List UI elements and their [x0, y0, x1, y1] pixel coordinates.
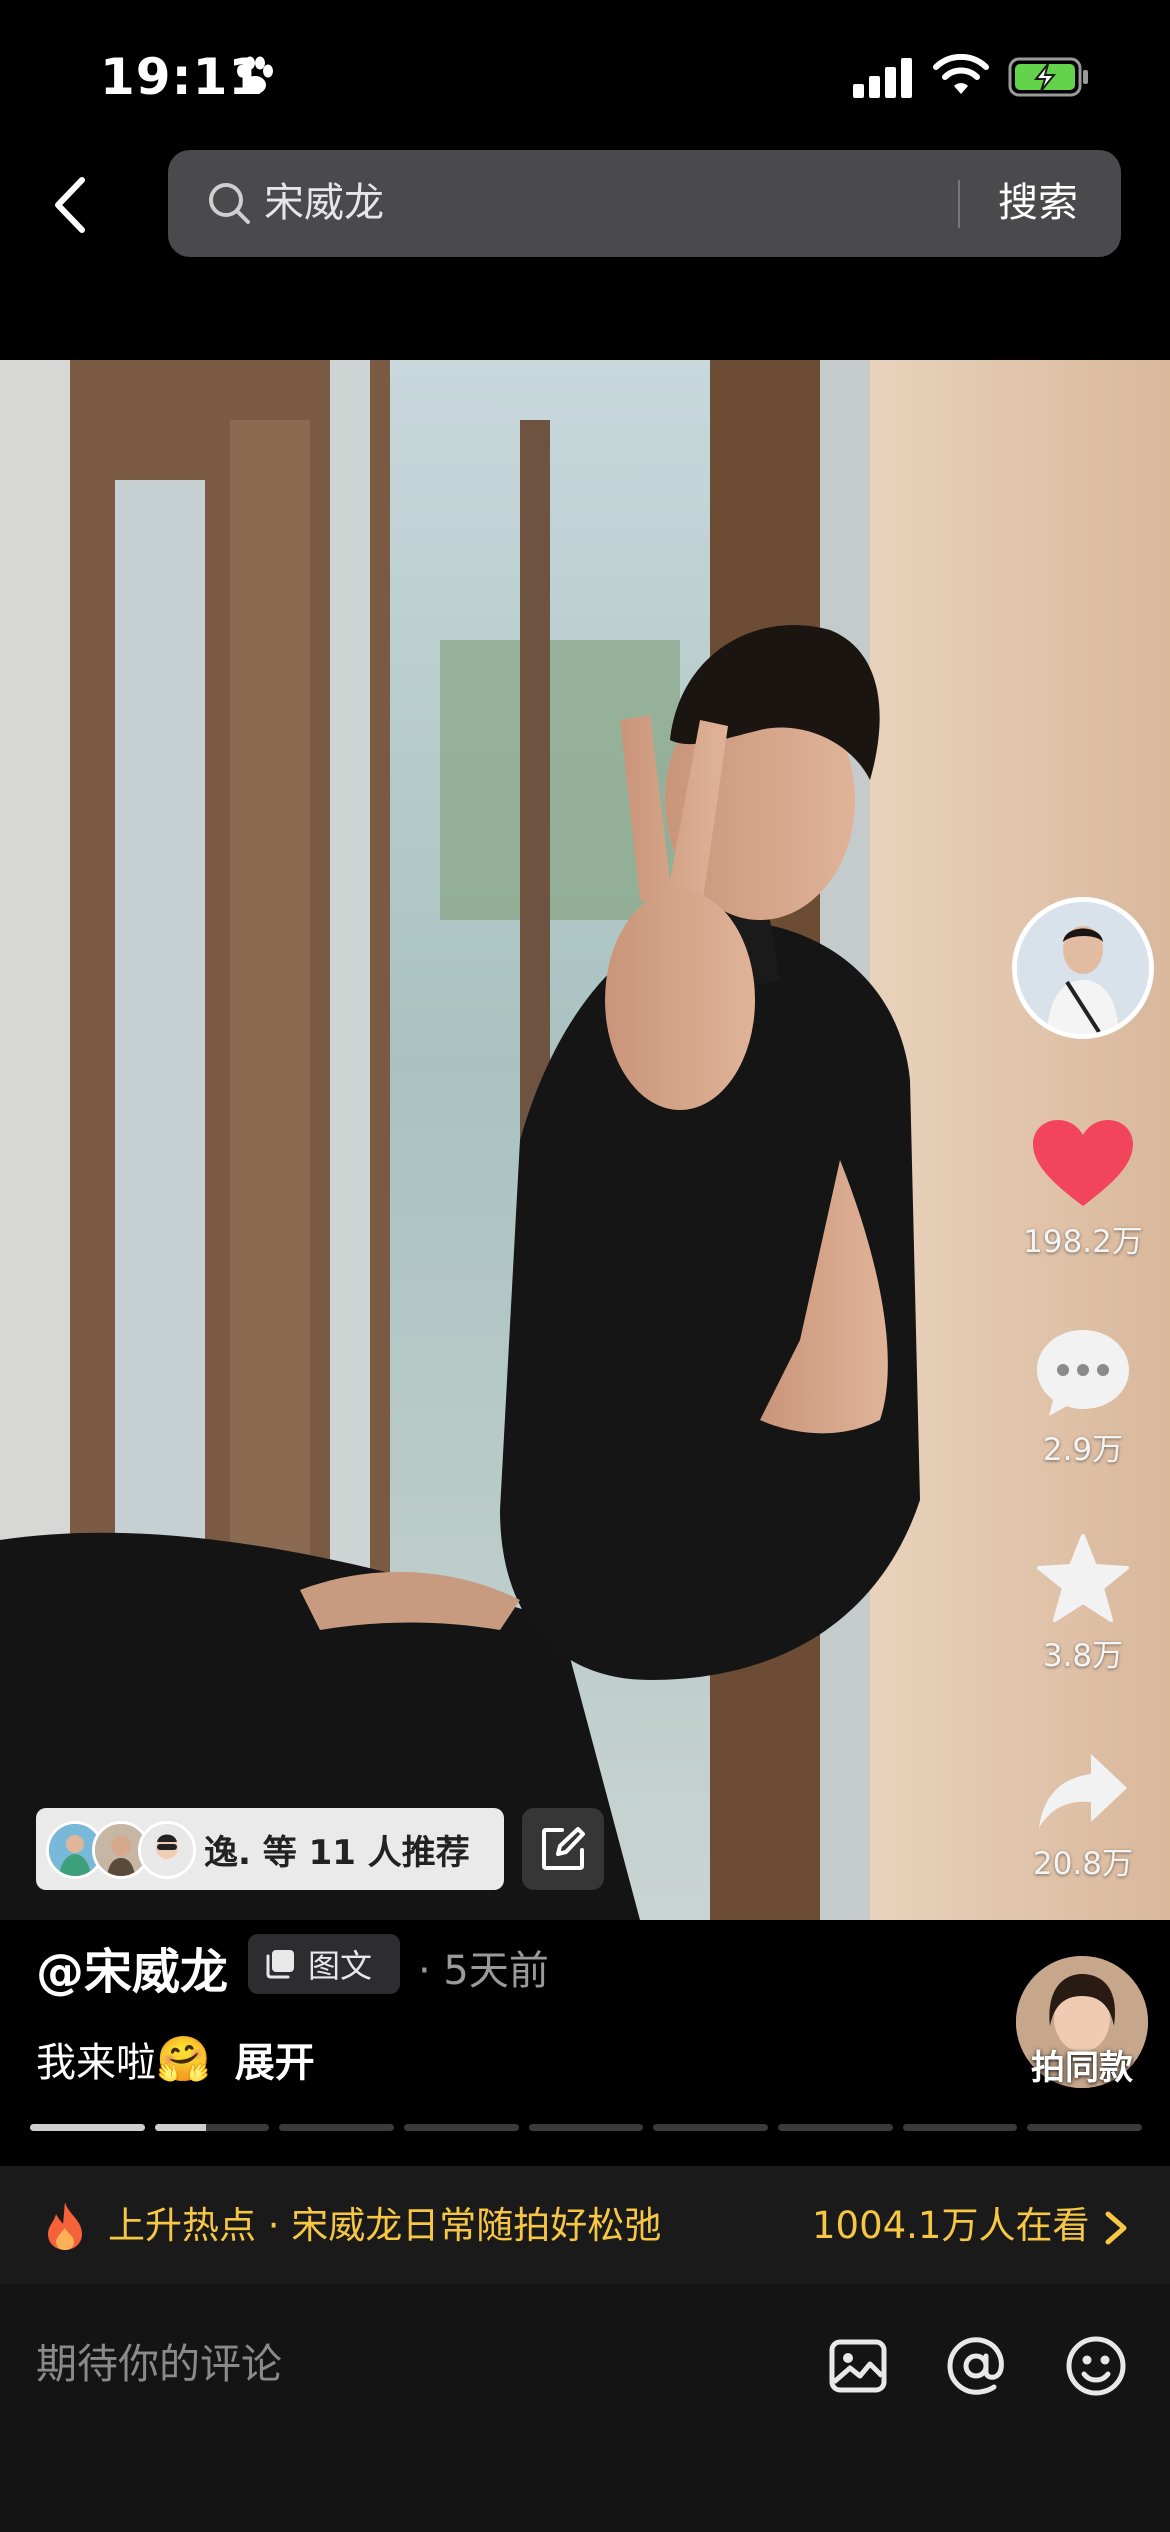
progress-segment: [404, 2124, 519, 2131]
recommend-text: 逸. 等 11 人推荐: [204, 1832, 470, 1873]
paw-icon: [237, 56, 273, 94]
slide-progress: [30, 2124, 1143, 2132]
progress-fill: [154, 2124, 207, 2131]
progress-segment: [528, 2124, 644, 2131]
expand-button[interactable]: 展开: [235, 2030, 315, 2088]
search-button[interactable]: 搜索: [998, 174, 1078, 232]
caption-emoji: 🤗: [156, 2034, 211, 2085]
progress-fill: [30, 2124, 145, 2131]
cellular-signal-icon: [853, 58, 912, 98]
progress-segment: [1027, 2124, 1143, 2131]
caption: 我来啦 🤗 展开: [36, 2030, 315, 2088]
author-avatar[interactable]: [1012, 897, 1154, 1039]
edit-icon: [542, 1827, 585, 1870]
post-image[interactable]: [0, 360, 1170, 1920]
post-type-badge: 图文: [248, 1934, 400, 1994]
post-photo: [0, 360, 1170, 1920]
post-time: · 5天前: [418, 1948, 549, 1994]
share-arrow-icon: [1039, 1754, 1127, 1828]
recommender-avatar: [138, 1821, 196, 1879]
progress-segment: [902, 2124, 1018, 2131]
comment-count: 2.9万: [1042, 1432, 1124, 1468]
flame-icon: [48, 2202, 82, 2250]
author-name[interactable]: @宋威龙: [36, 1932, 228, 2002]
emoji-icon[interactable]: [1064, 2334, 1128, 2398]
progress-segment: [778, 2124, 893, 2131]
search-divider: [958, 180, 960, 228]
share-button[interactable]: 20.8万: [1012, 1750, 1154, 1883]
mention-icon[interactable]: [944, 2334, 1008, 2398]
same-style-label[interactable]: 拍同款: [1000, 2040, 1164, 2089]
trending-topic: 上升热点 · 宋威龙日常随拍好松弛: [108, 2204, 662, 2247]
favorite-count: 3.8万: [1042, 1638, 1124, 1674]
trending-bar[interactable]: 上升热点 · 宋威龙日常随拍好松弛 1004.1万人在看: [0, 2166, 1170, 2284]
recommend-chip[interactable]: 逸. 等 11 人推荐: [36, 1808, 504, 1890]
status-bar: 19:11: [0, 0, 1170, 150]
wifi-icon: [933, 54, 989, 94]
battery-charging-icon: [1008, 57, 1088, 97]
share-count: 20.8万: [1032, 1846, 1134, 1882]
comment-bar: 期待你的评论: [0, 2284, 1170, 2532]
back-button[interactable]: [44, 170, 96, 240]
heart-icon: [1033, 1120, 1133, 1206]
viewer-count: 1004.1万人在看: [812, 2204, 1090, 2247]
progress-segment: [653, 2124, 769, 2131]
progress-segment: [30, 2124, 145, 2131]
avatar-image: [1017, 902, 1149, 1034]
search-input[interactable]: 宋威龙: [264, 174, 384, 232]
recommender-avatars: [46, 1816, 196, 1882]
chevron-right-icon: [1105, 2211, 1127, 2245]
search-icon: [209, 183, 250, 224]
comment-button[interactable]: 2.9万: [1012, 1326, 1154, 1469]
edit-button[interactable]: [522, 1808, 604, 1890]
like-count: 198.2万: [1023, 1224, 1143, 1260]
progress-segment: [154, 2124, 270, 2131]
chevron-left-icon: [55, 177, 85, 233]
favorite-button[interactable]: 3.8万: [1012, 1532, 1154, 1675]
progress-segment: [279, 2124, 395, 2131]
image-icon[interactable]: [826, 2334, 890, 2398]
post-type-label: 图文: [308, 1947, 373, 1985]
caption-text: 我来啦: [36, 2040, 156, 2086]
comment-bubble-icon: [1037, 1330, 1129, 1416]
image-stack-icon: [266, 1950, 294, 1979]
search-bar[interactable]: 宋威龙 搜索: [168, 150, 1121, 257]
star-icon: [1037, 1534, 1129, 1622]
comment-input[interactable]: 期待你的评论: [36, 2324, 796, 2404]
like-button[interactable]: 198.2万: [1012, 1118, 1154, 1261]
